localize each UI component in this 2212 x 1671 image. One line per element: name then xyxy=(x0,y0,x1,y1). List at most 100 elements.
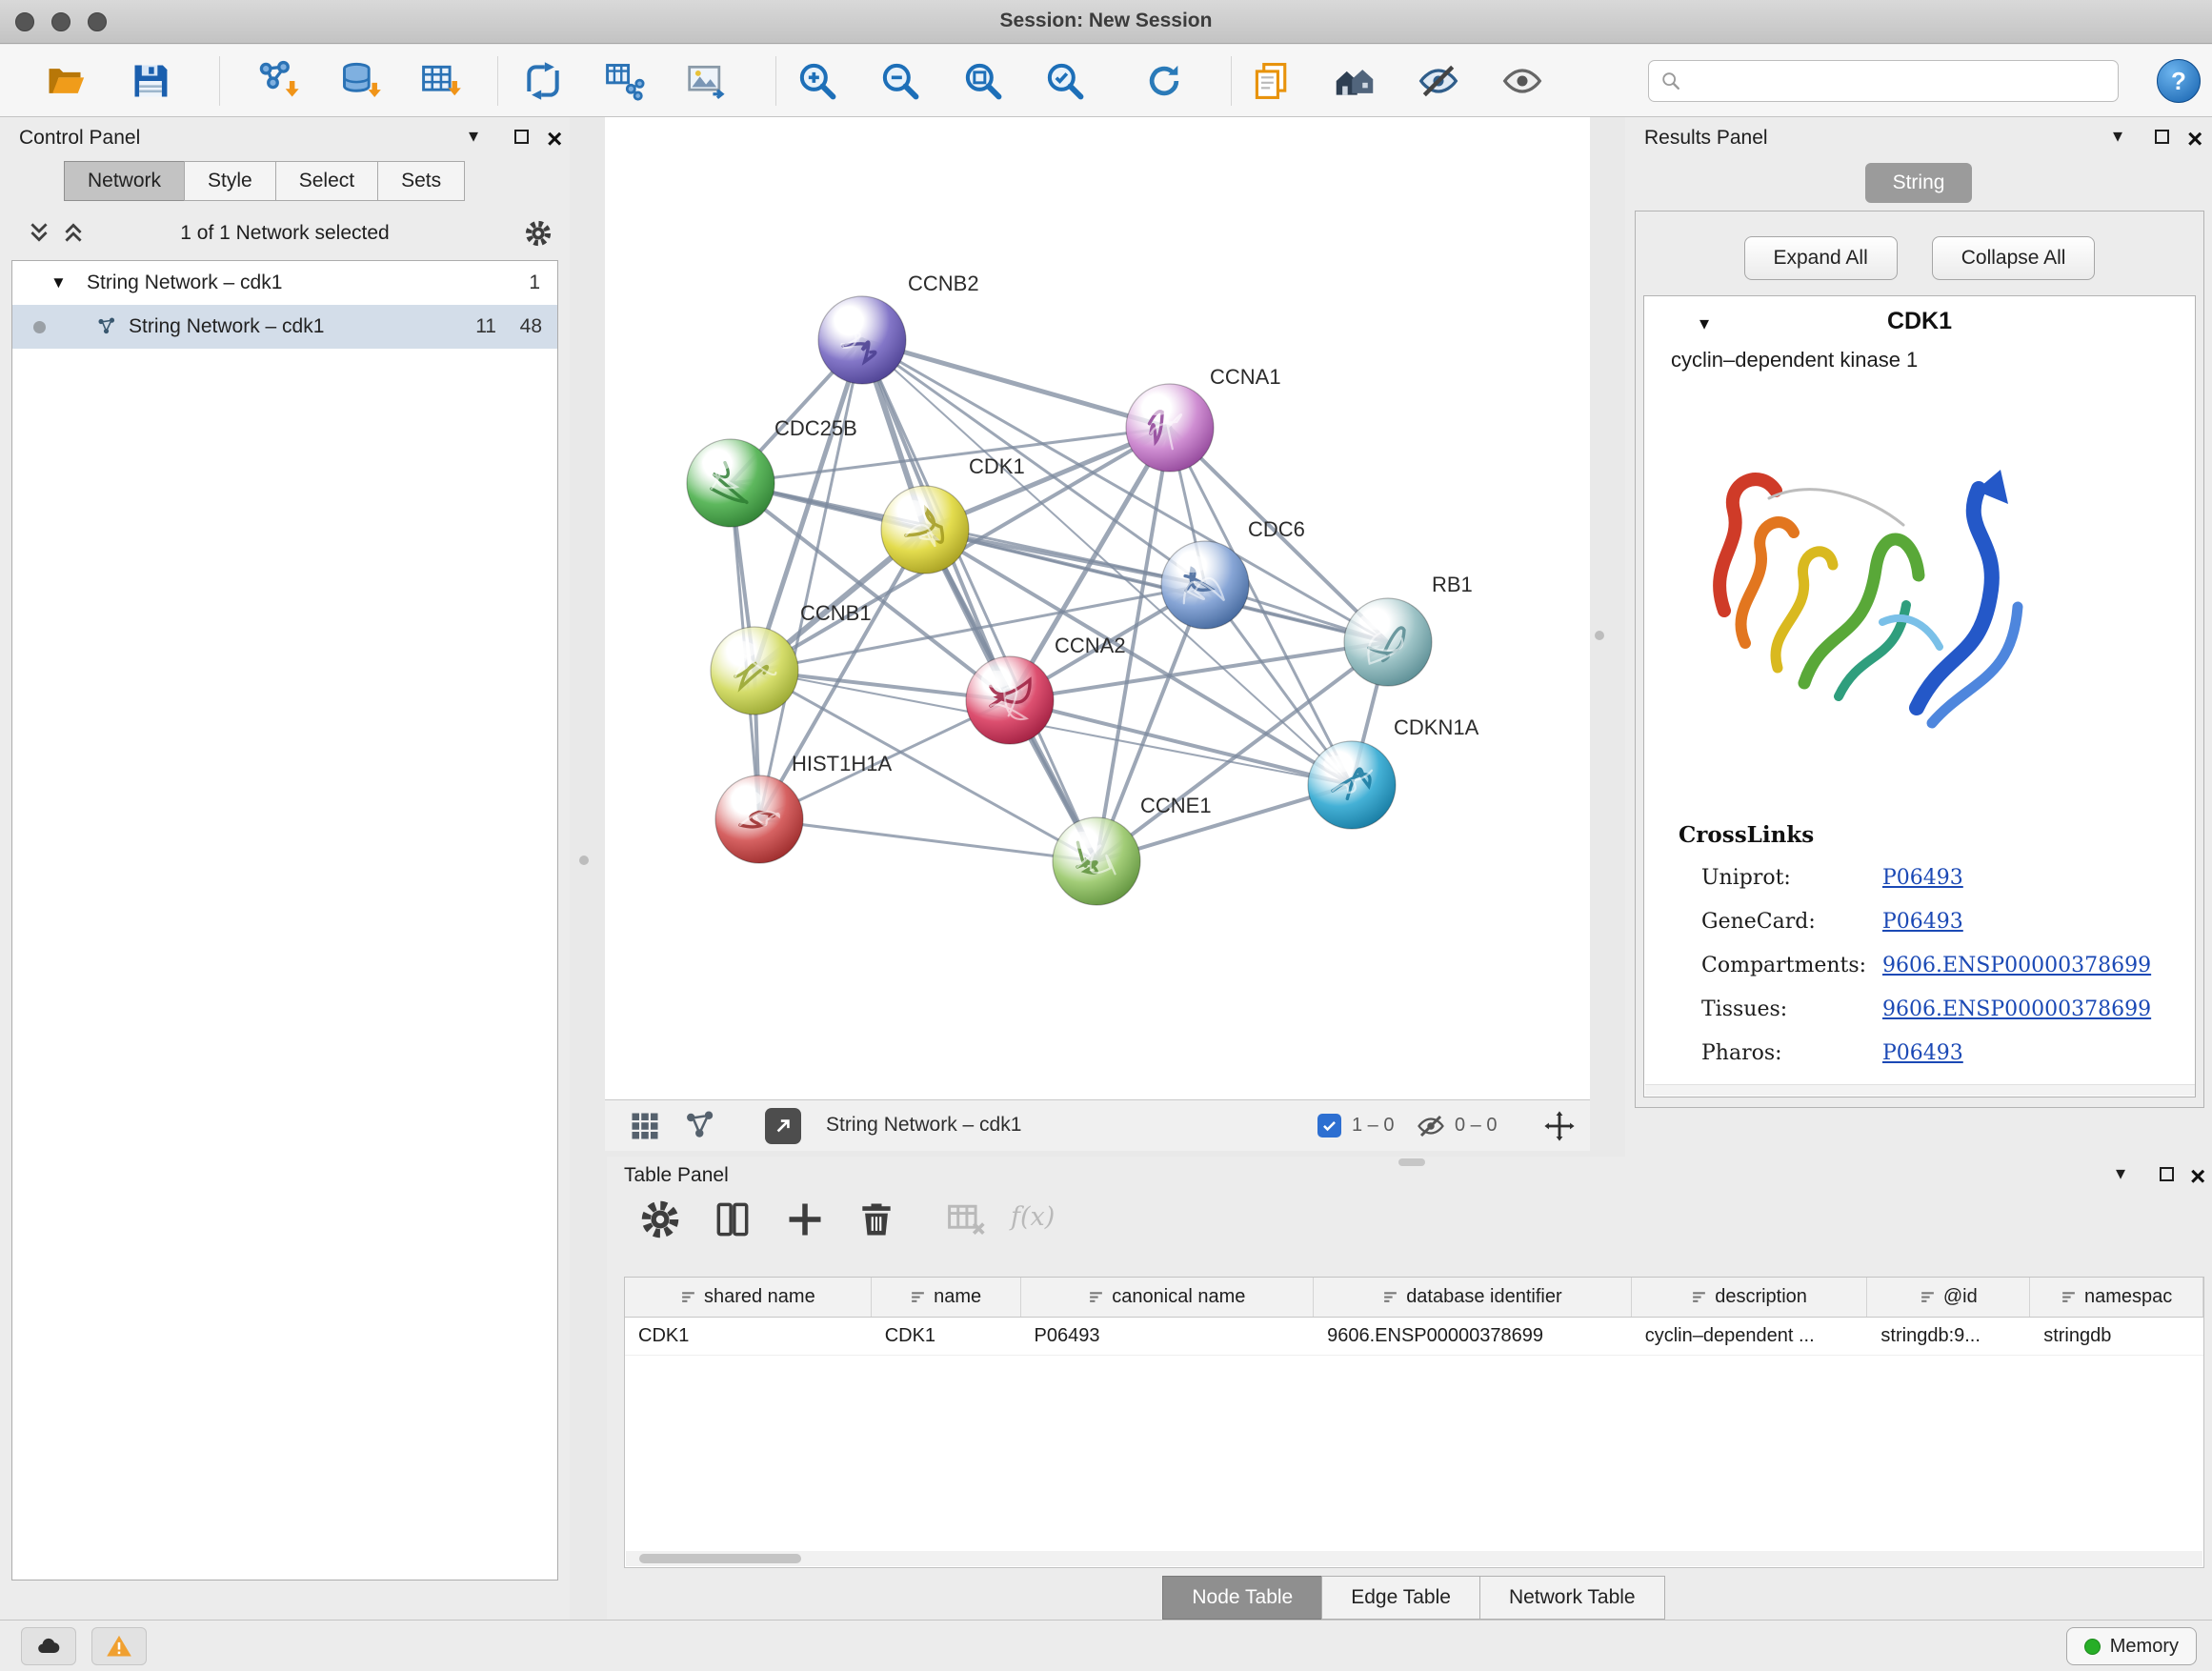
zoom-in-icon[interactable] xyxy=(796,60,838,102)
import-table-icon[interactable] xyxy=(419,60,461,102)
control-panel-close-icon[interactable]: × xyxy=(547,129,562,150)
network-canvas[interactable]: CCNB2CCNA1CDC25BCDK1CDC6RB1CCNB1CCNA2CDK… xyxy=(605,117,1590,1099)
network-node-CDK1[interactable]: CDK1 xyxy=(881,454,1025,574)
warnings-button[interactable] xyxy=(91,1627,147,1665)
table-panel-maximize-icon[interactable] xyxy=(2160,1167,2174,1181)
network-node-CDC6[interactable]: CDC6 xyxy=(1161,517,1305,629)
bottom-splitter-handle[interactable] xyxy=(1398,1158,1425,1166)
home-networks-icon[interactable] xyxy=(1334,60,1376,102)
results-panel-close-icon[interactable]: × xyxy=(2187,129,2202,150)
search-input[interactable] xyxy=(1689,70,2106,92)
zoom-out-icon[interactable] xyxy=(879,60,921,102)
import-network-database-icon[interactable] xyxy=(339,60,381,102)
birds-eye-view-icon[interactable] xyxy=(628,1109,662,1143)
table-panel-close-icon[interactable]: × xyxy=(2190,1166,2205,1187)
network-row[interactable]: String Network – cdk1 11 48 xyxy=(12,305,557,349)
table-header-cell[interactable]: @id xyxy=(1867,1278,2030,1317)
show-columns-icon[interactable] xyxy=(712,1198,754,1240)
table-cell: CDK1 xyxy=(872,1318,1021,1355)
table-horizontal-scrollbar[interactable] xyxy=(626,1551,2202,1566)
tab-edge-table[interactable]: Edge Table xyxy=(1321,1576,1480,1620)
export-network-button[interactable] xyxy=(765,1108,801,1144)
collapse-all-button[interactable]: Collapse All xyxy=(1932,236,2096,280)
network-collection-row[interactable]: ▼ String Network – cdk1 1 xyxy=(12,261,557,305)
table-header-cell[interactable]: name xyxy=(872,1278,1021,1317)
table-header-cell[interactable]: canonical name xyxy=(1021,1278,1315,1317)
network-options-gear-icon[interactable] xyxy=(524,219,553,248)
table-header-cell[interactable]: shared name xyxy=(625,1278,872,1317)
crosslink-link[interactable]: 9606.ENSP00000378699 xyxy=(1882,954,2151,977)
crosslink-row: Pharos: P06493 xyxy=(1701,1041,2178,1085)
add-column-icon[interactable] xyxy=(784,1198,826,1240)
crosslink-label: Uniprot: xyxy=(1701,866,1791,890)
crosslink-link[interactable]: P06493 xyxy=(1882,910,1963,934)
save-session-icon[interactable] xyxy=(130,60,171,102)
network-node-CCNA1[interactable]: CCNA1 xyxy=(1126,365,1281,472)
tab-network-table[interactable]: Network Table xyxy=(1479,1576,1665,1620)
control-panel-maximize-icon[interactable] xyxy=(514,130,529,144)
tree-expand-icon[interactable]: ▼ xyxy=(50,273,67,292)
crosslink-link[interactable]: P06493 xyxy=(1882,1041,1963,1065)
toolbar-search xyxy=(1648,60,2119,102)
network-node-CCNB1[interactable]: CCNB1 xyxy=(711,601,872,715)
string-results-box: Expand All Collapse All ▾ CDK1 cyclin–de… xyxy=(1635,211,2204,1108)
network-icon xyxy=(96,316,117,337)
open-session-icon[interactable] xyxy=(44,60,86,102)
results-panel-float-icon[interactable]: ▾ xyxy=(2113,127,2122,146)
expand-all-button[interactable]: Expand All xyxy=(1744,236,1898,280)
table-panel-float-icon[interactable]: ▾ xyxy=(2116,1164,2125,1183)
network-node-label: CCNB2 xyxy=(908,272,979,295)
cloud-icon xyxy=(35,1633,62,1660)
network-from-table-icon[interactable] xyxy=(603,60,645,102)
network-edge[interactable] xyxy=(759,340,862,819)
network-node-CCNE1[interactable]: CCNE1 xyxy=(1053,794,1212,905)
copy-document-icon[interactable] xyxy=(1251,60,1293,102)
network-edge[interactable] xyxy=(862,340,1096,861)
tab-select[interactable]: Select xyxy=(275,161,378,201)
network-node-CDKN1A[interactable]: CDKN1A xyxy=(1308,715,1479,829)
show-panel-eye-icon[interactable] xyxy=(1501,60,1543,102)
cloud-button[interactable] xyxy=(21,1627,76,1665)
table-header-cell[interactable]: namespac xyxy=(2030,1278,2203,1317)
network-node-RB1[interactable]: RB1 xyxy=(1344,573,1473,686)
memory-button[interactable]: Memory xyxy=(2066,1627,2197,1665)
node-details-card: ▾ CDK1 cyclin–dependent kinase 1 CrossLi xyxy=(1643,295,2196,1097)
zoom-selected-icon[interactable] xyxy=(1044,60,1086,102)
results-panel-maximize-icon[interactable] xyxy=(2155,130,2169,144)
table-header-cell[interactable]: description xyxy=(1632,1278,1868,1317)
crosslink-row: Uniprot: P06493 xyxy=(1701,866,2178,910)
import-network-file-icon[interactable] xyxy=(257,60,299,102)
new-network-icon[interactable] xyxy=(522,60,564,102)
network-share-icon[interactable] xyxy=(683,1109,717,1143)
crosslink-link[interactable]: P06493 xyxy=(1882,866,1963,890)
zoom-fit-icon[interactable] xyxy=(962,60,1004,102)
tab-style[interactable]: Style xyxy=(184,161,276,201)
pan-crosshair-icon[interactable] xyxy=(1543,1110,1576,1142)
delete-column-icon[interactable] xyxy=(855,1198,897,1240)
network-edge[interactable] xyxy=(759,819,1096,861)
network-node-HIST1H1A[interactable]: HIST1H1A xyxy=(715,752,892,863)
table-options-gear-icon[interactable] xyxy=(639,1198,681,1240)
tab-string[interactable]: String xyxy=(1865,163,1972,203)
crosslink-link[interactable]: 9606.ENSP00000378699 xyxy=(1882,997,2151,1021)
left-splitter-handle[interactable] xyxy=(579,856,589,865)
results-horizontal-scrollbar[interactable] xyxy=(1645,1084,2196,1096)
right-splitter-handle[interactable] xyxy=(1595,631,1604,640)
tab-network[interactable]: Network xyxy=(64,161,185,201)
scrollbar-thumb[interactable] xyxy=(639,1554,801,1563)
tab-node-table[interactable]: Node Table xyxy=(1162,1576,1322,1620)
crosslink-row: Compartments: 9606.ENSP00000378699 xyxy=(1701,954,2178,997)
help-button[interactable]: ? xyxy=(2157,59,2201,103)
control-panel-float-icon[interactable]: ▾ xyxy=(469,127,478,146)
hide-panel-eye-icon[interactable] xyxy=(1418,60,1459,102)
selected-checkbox-icon[interactable] xyxy=(1317,1114,1341,1137)
network-edge[interactable] xyxy=(862,340,1170,428)
export-image-icon[interactable] xyxy=(686,60,728,102)
results-panel-title: Results Panel xyxy=(1644,127,1768,150)
hidden-eye-icon xyxy=(1417,1112,1445,1140)
tab-sets[interactable]: Sets xyxy=(377,161,465,201)
table-panel-title: Table Panel xyxy=(624,1164,729,1187)
table-row[interactable]: CDK1CDK1P064939606.ENSP00000378699cyclin… xyxy=(625,1318,2203,1356)
apply-layout-icon[interactable] xyxy=(1143,60,1185,102)
table-header-cell[interactable]: database identifier xyxy=(1314,1278,1632,1317)
